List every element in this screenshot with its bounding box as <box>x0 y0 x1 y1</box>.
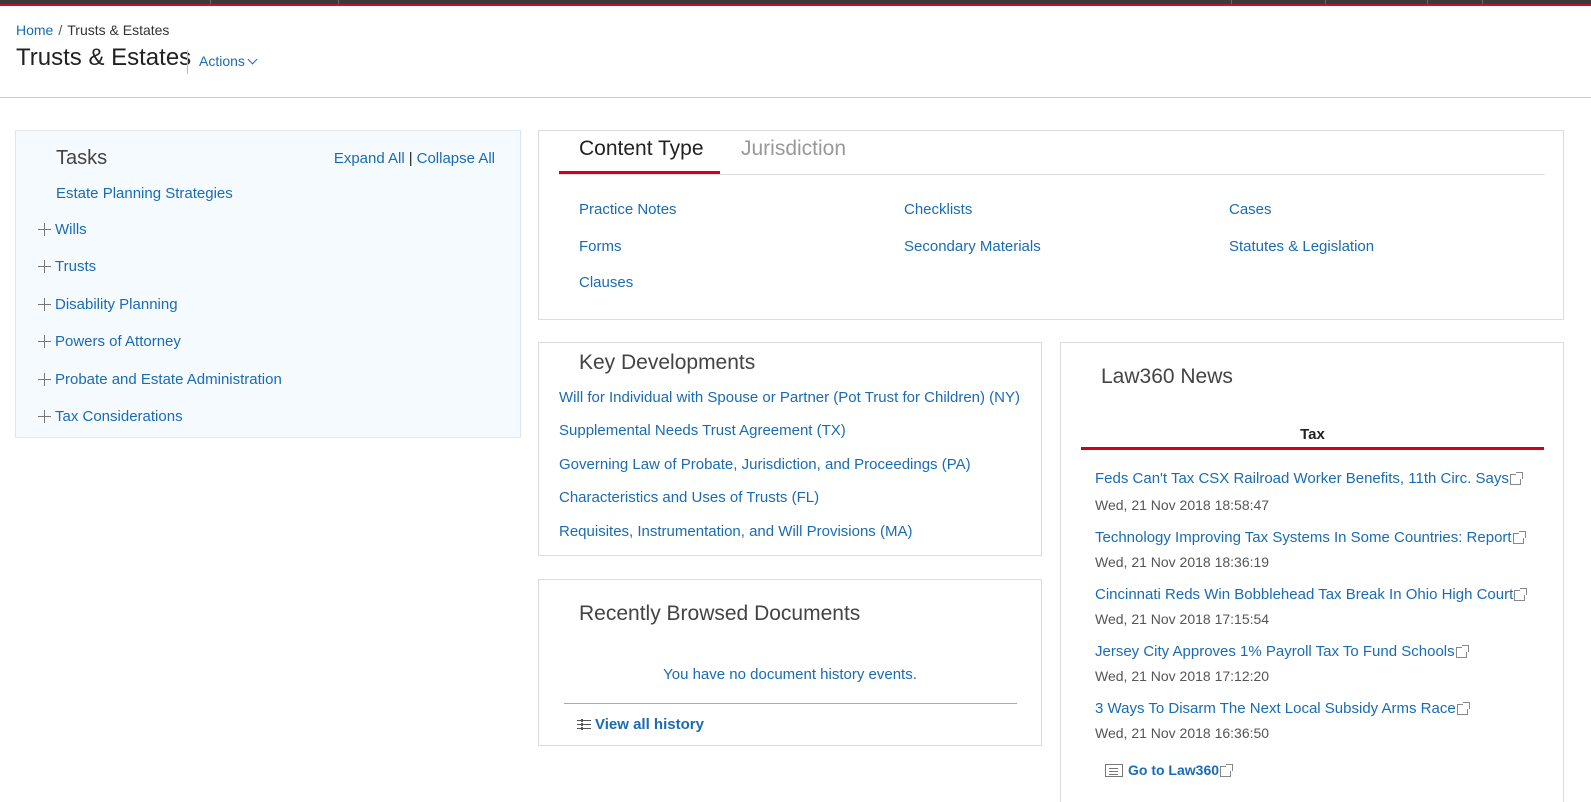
law360-title: Law360 News <box>1101 365 1233 388</box>
top-bar-divider <box>1427 0 1428 4</box>
content-type-statutes-legislation[interactable]: Statutes & Legislation <box>1229 238 1374 255</box>
top-bar-divider <box>210 0 211 4</box>
view-all-history-label: View all history <box>595 716 704 733</box>
content-type-checklists[interactable]: Checklists <box>904 201 972 218</box>
news-date: Wed, 21 Nov 2018 18:36:19 <box>1095 554 1270 570</box>
task-item-probate[interactable]: Probate and Estate Administration <box>38 371 282 388</box>
active-tab-indicator <box>559 171 720 174</box>
plus-icon[interactable] <box>38 373 51 386</box>
divider <box>564 703 1017 704</box>
news-title: Feds Can't Tax CSX Railroad Worker Benef… <box>1095 470 1509 487</box>
external-link-icon <box>1456 702 1470 715</box>
news-item-link[interactable]: Jersey City Approves 1% Payroll Tax To F… <box>1095 643 1469 660</box>
news-title: Jersey City Approves 1% Payroll Tax To F… <box>1095 643 1455 660</box>
news-item-link[interactable]: Cincinnati Reds Win Bobblehead Tax Break… <box>1095 586 1528 603</box>
go-to-law360-label: Go to Law360 <box>1128 762 1220 778</box>
plus-icon[interactable] <box>38 335 51 348</box>
task-item-label[interactable]: Wills <box>55 221 87 238</box>
tab-content-type[interactable]: Content Type <box>579 137 704 161</box>
breadcrumb: Home / Trusts & Estates <box>16 22 169 38</box>
key-development-link[interactable]: Will for Individual with Spouse or Partn… <box>559 389 1020 406</box>
key-development-link[interactable]: Governing Law of Probate, Jurisdiction, … <box>559 456 971 473</box>
breadcrumb-home-link[interactable]: Home <box>16 22 53 38</box>
external-link-icon <box>1509 472 1523 485</box>
external-link-icon <box>1512 531 1526 544</box>
top-bar-divider <box>338 0 339 4</box>
estate-planning-strategies-link[interactable]: Estate Planning Strategies <box>56 185 233 202</box>
tab-tax[interactable]: Tax <box>1081 426 1544 443</box>
top-bar-divider <box>1325 0 1326 4</box>
title-divider <box>187 50 188 74</box>
content-tabs: Content Type Jurisdiction <box>559 131 1545 175</box>
key-development-link[interactable]: Requisites, Instrumentation, and Will Pr… <box>559 523 912 540</box>
actions-label: Actions <box>199 53 245 69</box>
expand-all-link[interactable]: Expand All <box>334 150 405 167</box>
recently-browsed-title: Recently Browsed Documents <box>579 602 861 625</box>
plus-icon[interactable] <box>38 410 51 423</box>
expand-collapse-controls: Expand All | Collapse All <box>334 150 495 167</box>
recently-browsed-panel: Recently Browsed Documents You have no d… <box>538 579 1042 746</box>
external-link-icon <box>1455 645 1469 658</box>
task-item-label[interactable]: Probate and Estate Administration <box>55 371 282 388</box>
task-item-label[interactable]: Tax Considerations <box>55 408 183 425</box>
collapse-all-link[interactable]: Collapse All <box>417 150 495 167</box>
news-title: Technology Improving Tax Systems In Some… <box>1095 529 1512 546</box>
news-item-link[interactable]: Feds Can't Tax CSX Railroad Worker Benef… <box>1095 470 1523 487</box>
actions-dropdown[interactable]: Actions <box>199 53 258 69</box>
top-bar-divider <box>1482 0 1483 4</box>
news-date: Wed, 21 Nov 2018 16:36:50 <box>1095 725 1270 741</box>
task-item-label[interactable]: Powers of Attorney <box>55 333 181 350</box>
plus-icon[interactable] <box>38 260 51 273</box>
news-title: 3 Ways To Disarm The Next Local Subsidy … <box>1095 700 1456 717</box>
content-type-cases[interactable]: Cases <box>1229 201 1272 218</box>
tab-jurisdiction[interactable]: Jurisdiction <box>741 137 846 161</box>
expand-collapse-separator: | <box>408 150 413 167</box>
content-type-clauses[interactable]: Clauses <box>579 274 633 291</box>
newspaper-icon <box>1105 763 1123 777</box>
go-to-law360-link[interactable]: Go to Law360 <box>1105 762 1234 778</box>
external-link-icon <box>1514 588 1528 601</box>
breadcrumb-current: Trusts & Estates <box>67 22 170 38</box>
key-development-link[interactable]: Supplemental Needs Trust Agreement (TX) <box>559 422 846 439</box>
key-developments-title: Key Developments <box>579 351 756 374</box>
news-date: Wed, 21 Nov 2018 18:58:47 <box>1095 497 1270 513</box>
view-all-history-link[interactable]: View all history <box>577 716 704 733</box>
news-title: Cincinnati Reds Win Bobblehead Tax Break… <box>1095 586 1514 603</box>
news-date: Wed, 21 Nov 2018 17:15:54 <box>1095 611 1270 627</box>
content-type-practice-notes[interactable]: Practice Notes <box>579 201 677 218</box>
page-title: Trusts & Estates <box>16 44 192 71</box>
plus-icon[interactable] <box>38 223 51 236</box>
plus-icon[interactable] <box>38 298 51 311</box>
key-developments-panel: Key Developments Will for Individual wit… <box>538 342 1042 556</box>
active-tab-indicator <box>1081 447 1544 450</box>
law360-news-panel: Law360 News Tax Feds Can't Tax CSX Railr… <box>1060 342 1564 802</box>
news-date: Wed, 21 Nov 2018 17:12:20 <box>1095 668 1270 684</box>
empty-history-message: You have no document history events. <box>663 666 917 683</box>
task-item-tax-considerations[interactable]: Tax Considerations <box>38 408 183 425</box>
content-type-forms[interactable]: Forms <box>579 238 622 255</box>
key-development-link[interactable]: Characteristics and Uses of Trusts (FL) <box>559 489 819 506</box>
chevron-down-icon <box>247 54 258 65</box>
task-item-label[interactable]: Trusts <box>55 258 96 275</box>
top-bar-divider <box>1231 0 1232 4</box>
content-type-panel: Content Type Jurisdiction Practice Notes… <box>538 130 1564 320</box>
breadcrumb-separator: / <box>58 22 63 38</box>
external-link-icon <box>1220 763 1234 777</box>
task-item-label[interactable]: Disability Planning <box>55 296 178 313</box>
list-icon <box>577 719 591 730</box>
task-item-trusts[interactable]: Trusts <box>38 258 96 275</box>
tasks-panel: Tasks Expand All | Collapse All Estate Pla… <box>15 130 521 438</box>
news-item-link[interactable]: Technology Improving Tax Systems In Some… <box>1095 529 1526 546</box>
task-item-wills[interactable]: Wills <box>38 221 87 238</box>
content-type-secondary-materials[interactable]: Secondary Materials <box>904 238 1041 255</box>
task-item-powers-of-attorney[interactable]: Powers of Attorney <box>38 333 181 350</box>
news-item-link[interactable]: 3 Ways To Disarm The Next Local Subsidy … <box>1095 700 1470 717</box>
task-item-disability-planning[interactable]: Disability Planning <box>38 296 178 313</box>
tasks-title: Tasks <box>56 147 108 169</box>
page-header: Home / Trusts & Estates Trusts & Estates A… <box>0 6 1591 98</box>
